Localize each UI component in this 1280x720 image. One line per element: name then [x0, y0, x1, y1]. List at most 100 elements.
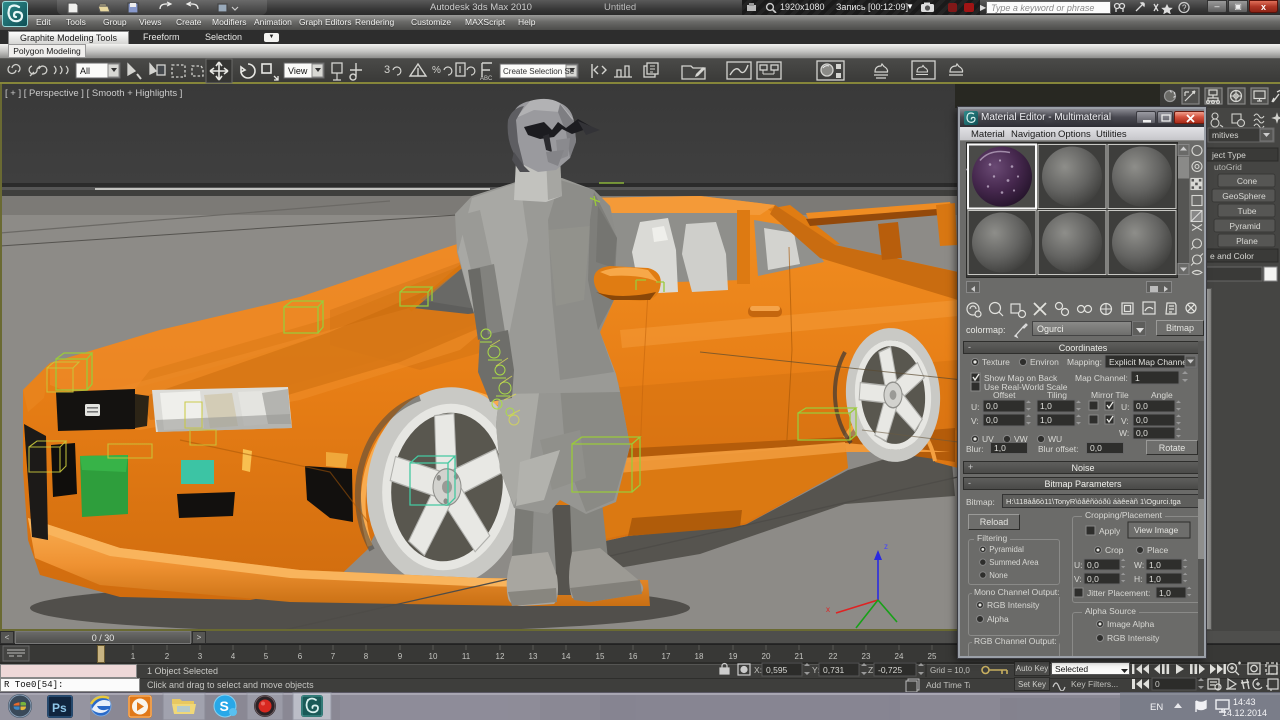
svg-text:Ps: Ps [52, 701, 67, 715]
svg-text:0,0: 0,0 [986, 415, 998, 425]
svg-text:Offset: Offset [993, 390, 1016, 400]
svg-text:V:: V: [1121, 416, 1129, 426]
svg-text:1,0: 1,0 [1040, 415, 1052, 425]
svg-text:Add Time Tag: Add Time Tag [926, 680, 970, 690]
svg-text:Place: Place [1147, 545, 1169, 555]
svg-text:16: 16 [629, 652, 638, 661]
svg-text:Angle: Angle [1151, 390, 1173, 400]
svg-text:1,0: 1,0 [1149, 574, 1161, 584]
svg-text:1,0: 1,0 [1040, 401, 1052, 411]
svg-text:8: 8 [364, 652, 369, 661]
svg-text:ject Type: ject Type [1211, 150, 1246, 160]
svg-text:Summed Area: Summed Area [989, 558, 1039, 567]
svg-text:W:: W: [1119, 428, 1129, 438]
svg-text:View Image: View Image [1134, 525, 1179, 535]
svg-text:e and Color: e and Color [1210, 251, 1254, 261]
svg-text:[ + ] [ Perspective ] [ Smooth: [ + ] [ Perspective ] [ Smooth + Highlig… [5, 88, 182, 99]
svg-text:17: 17 [662, 652, 671, 661]
svg-text:RGB Intensity: RGB Intensity [1107, 633, 1160, 643]
svg-text:-0,725: -0,725 [878, 665, 902, 675]
svg-text:X:: X: [754, 665, 762, 675]
svg-text:20: 20 [762, 652, 771, 661]
svg-text:14.12.2014: 14.12.2014 [1222, 708, 1267, 718]
svg-text:Cone: Cone [1237, 176, 1258, 186]
svg-text:Alpha: Alpha [987, 614, 1009, 624]
svg-text:3: 3 [384, 64, 390, 76]
svg-text:0,0: 0,0 [986, 401, 998, 411]
svg-text:Crop: Crop [1105, 545, 1124, 555]
svg-text:2: 2 [165, 652, 170, 661]
svg-text:1: 1 [131, 652, 136, 661]
svg-text:Create Selection Se: Create Selection Se [503, 67, 575, 76]
svg-text:22: 22 [829, 652, 838, 661]
svg-text:5: 5 [264, 652, 269, 661]
svg-text:12: 12 [496, 652, 505, 661]
svg-text:25: 25 [928, 652, 937, 661]
svg-text:U:: U: [1074, 560, 1083, 570]
svg-text:Pyramidal: Pyramidal [989, 545, 1024, 554]
svg-text:RGB Intensity: RGB Intensity [987, 600, 1040, 610]
svg-text:Map Channel:: Map Channel: [1075, 373, 1128, 383]
svg-text:19: 19 [729, 652, 738, 661]
svg-text:0,595: 0,595 [766, 665, 788, 675]
svg-text:None: None [989, 571, 1008, 580]
svg-text:Texture: Texture [982, 357, 1010, 367]
svg-text:Environ: Environ [1030, 357, 1059, 367]
svg-text:10: 10 [429, 652, 438, 661]
svg-text:13: 13 [529, 652, 538, 661]
svg-text:?: ? [1182, 4, 1187, 13]
svg-text:GeoSphere: GeoSphere [1222, 191, 1266, 201]
svg-text:Explicit Map Channel: Explicit Map Channel [1109, 357, 1189, 367]
svg-text:6: 6 [298, 652, 303, 661]
svg-text:1,0: 1,0 [1159, 588, 1171, 598]
svg-text:Pyramid: Pyramid [1229, 221, 1260, 231]
svg-text:4: 4 [231, 652, 236, 661]
svg-text:1,0: 1,0 [1149, 560, 1161, 570]
svg-text:S: S [220, 698, 229, 714]
svg-text:U:: U: [1121, 402, 1130, 412]
svg-text:0: 0 [1155, 679, 1160, 689]
svg-text:Image Alpha: Image Alpha [1107, 619, 1155, 629]
svg-text:Jitter Placement:: Jitter Placement: [1087, 588, 1150, 598]
svg-text:0,0: 0,0 [1136, 415, 1148, 425]
svg-text:Apply: Apply [1099, 526, 1121, 536]
svg-text:11: 11 [462, 652, 471, 661]
svg-text:0,731: 0,731 [823, 665, 845, 675]
svg-text:U:: U: [971, 402, 980, 412]
svg-text:3: 3 [198, 652, 203, 661]
svg-text:14: 14 [562, 652, 571, 661]
svg-text:15: 15 [596, 652, 605, 661]
svg-text:Plane: Plane [1236, 236, 1258, 246]
svg-text:0,0: 0,0 [1087, 574, 1099, 584]
svg-text:H:: H: [1134, 574, 1143, 584]
svg-text:WU: WU [1048, 434, 1062, 444]
svg-text:Tiling: Tiling [1047, 390, 1067, 400]
svg-text:14:43: 14:43 [1233, 697, 1256, 707]
svg-text:x: x [826, 605, 830, 614]
svg-text:7: 7 [331, 652, 336, 661]
svg-text:mitives: mitives [1212, 130, 1238, 140]
svg-text:23: 23 [862, 652, 871, 661]
svg-text:Mirror Tile: Mirror Tile [1091, 390, 1129, 400]
svg-text:ABC: ABC [480, 76, 493, 82]
svg-text:All: All [80, 66, 90, 76]
svg-text:24: 24 [895, 652, 904, 661]
svg-text:21: 21 [795, 652, 804, 661]
svg-text:0,0: 0,0 [1087, 560, 1099, 570]
svg-text:Tube: Tube [1237, 206, 1256, 216]
svg-text:18: 18 [695, 652, 704, 661]
svg-text:EN: EN [1150, 702, 1163, 713]
svg-text:z: z [884, 542, 888, 551]
svg-text:View: View [288, 66, 308, 76]
svg-text:Mapping:: Mapping: [1067, 357, 1102, 367]
svg-text:%: % [432, 65, 441, 76]
svg-text:utoGrid: utoGrid [1214, 162, 1242, 172]
svg-text:V:: V: [1074, 574, 1082, 584]
svg-text:9: 9 [398, 652, 403, 661]
svg-text:Grid = 10,0: Grid = 10,0 [930, 666, 970, 675]
svg-text:W:: W: [1134, 560, 1144, 570]
svg-text:Y:: Y: [812, 665, 820, 675]
svg-text:0,0: 0,0 [1136, 428, 1148, 438]
svg-text:V:: V: [971, 416, 979, 426]
svg-text:0,0: 0,0 [1136, 401, 1148, 411]
